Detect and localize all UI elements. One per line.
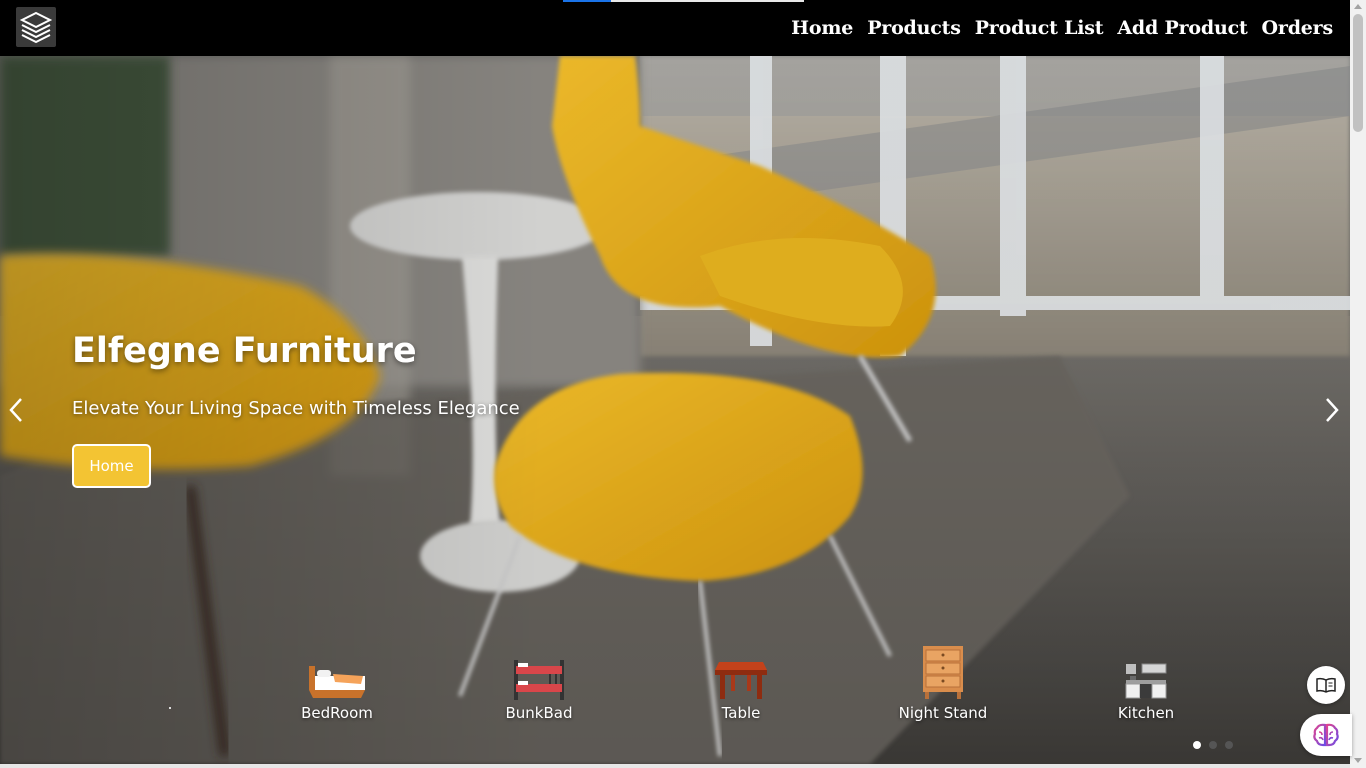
horizontal-scrollbar[interactable] [0,764,1350,768]
scroll-down-arrow-icon[interactable] [1354,758,1362,763]
carousel-dot-3[interactable] [1225,741,1233,749]
page-loading-bar [563,0,804,2]
stacked-layers-logo-icon[interactable] [16,7,56,47]
hero-home-button[interactable]: Home [72,444,151,488]
top-navbar: Home Products Product List Add Product O… [0,0,1350,56]
assistant-button[interactable] [1300,714,1352,756]
category-label: Table [721,704,761,722]
scrollbar-thumb[interactable] [1353,14,1363,132]
carousel-next-button[interactable] [1316,394,1348,426]
kitchen-icon [1114,644,1178,700]
open-book-icon [1316,677,1336,693]
nav-add-product[interactable]: Add Product [1117,17,1247,39]
category-bunkbed[interactable]: BunkBad [474,644,604,724]
bed-icon [305,644,369,700]
category-strip: BedRoom BunkBad Table Night Stand Kitche… [0,644,1350,724]
brain-icon [1313,723,1339,747]
category-label: Night Stand [898,704,988,722]
carousel-indicators [1193,741,1233,749]
chevron-right-icon [1326,398,1339,422]
category-kitchen[interactable]: Kitchen [1081,644,1211,724]
page-loading-bar-fill [563,0,612,2]
night-stand-icon [911,644,975,700]
nav-products[interactable]: Products [867,17,961,39]
category-table[interactable]: Table [676,644,806,724]
bunk-bed-icon [507,644,571,700]
nav-home[interactable]: Home [791,17,853,39]
carousel-dot-2[interactable] [1209,741,1217,749]
category-label: BunkBad [505,704,573,722]
category-bedroom[interactable]: BedRoom [272,644,402,724]
nav-orders[interactable]: Orders [1262,17,1334,39]
nav-product-list[interactable]: Product List [975,17,1104,39]
chevron-left-icon [9,398,22,422]
category-label: BedRoom [301,704,373,722]
table-icon [709,644,773,700]
category-label: Kitchen [1117,704,1175,722]
reader-mode-button[interactable] [1307,666,1345,704]
main-nav: Home Products Product List Add Product O… [791,0,1333,56]
hero-title: Elfegne Furniture [72,331,417,371]
page: Home Products Product List Add Product O… [0,0,1366,768]
category-night-stand[interactable]: Night Stand [878,644,1008,724]
hero-carousel: Elfegne Furniture Elevate Your Living Sp… [0,56,1350,764]
carousel-prev-button[interactable] [0,394,32,426]
hero-subtitle: Elevate Your Living Space with Timeless … [72,398,520,419]
scroll-up-arrow-icon[interactable] [1354,4,1362,9]
vertical-scrollbar[interactable] [1350,0,1366,768]
carousel-dot-1[interactable] [1193,741,1201,749]
